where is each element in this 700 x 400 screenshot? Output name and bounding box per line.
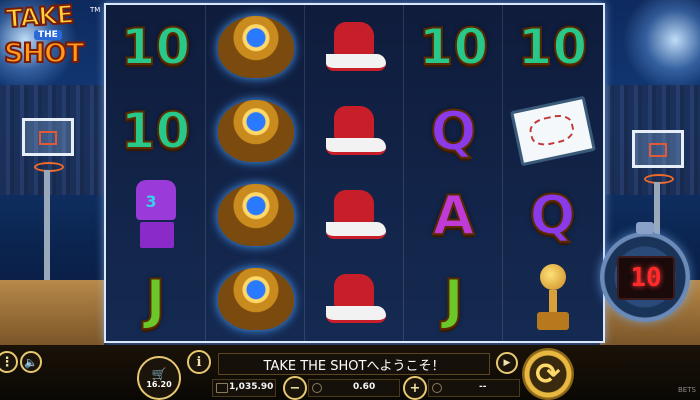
cart-value: 16.20 [146, 379, 172, 389]
symbol-text: Q [430, 99, 478, 164]
symbol-text: Q [529, 183, 577, 248]
increase-bet-button[interactable]: + [403, 376, 427, 400]
reel: 10 Q [502, 5, 602, 341]
spotlight-right [620, 0, 700, 90]
symbol-clipboard [503, 89, 602, 173]
jersey-number: 3 [145, 192, 157, 211]
ring-icon [217, 100, 294, 162]
symbol-ring [206, 89, 305, 173]
win-value: -- [479, 382, 487, 392]
balance-field: 1,035.90 [212, 379, 276, 397]
logo-shot: SHOT [3, 37, 85, 70]
sound-button[interactable]: 🔈 [20, 351, 42, 373]
sneaker-icon [320, 22, 390, 72]
ring-icon [217, 184, 294, 246]
info-icon: i [196, 354, 202, 370]
sneaker-icon [320, 106, 390, 156]
symbol-text: J [442, 267, 464, 332]
game-logo: TAKE THE SHOT TM [2, 0, 102, 74]
symbol-shoe [305, 89, 404, 173]
decrease-bet-button[interactable]: − [283, 376, 307, 400]
symbol-shoe [305, 5, 404, 89]
trophy-icon [533, 264, 573, 334]
win-icon [432, 383, 442, 393]
play-icon: ▶ [503, 358, 511, 368]
plus-icon: + [409, 380, 421, 396]
spin-icon: ⟳ [535, 356, 561, 392]
autoplay-button[interactable]: ▶ [496, 352, 518, 374]
bet-field: 0.60 [308, 379, 400, 397]
symbol-10: 10 [106, 89, 205, 173]
spin-button[interactable]: ⟳ [522, 348, 574, 400]
reel: 10 10 3 J [106, 5, 205, 341]
shot-clock-timer: 10 [600, 222, 690, 322]
symbol-ring [206, 173, 305, 257]
menu-icon: ⋮ [0, 354, 14, 370]
symbol-10: 10 [106, 5, 205, 89]
symbol-10: 10 [404, 5, 503, 89]
sneaker-icon [320, 190, 390, 240]
symbol-shoe [305, 257, 404, 341]
symbol-10: 10 [503, 5, 602, 89]
timer-knob [636, 222, 654, 234]
bet-value: 0.60 [353, 382, 376, 392]
message-banner: TAKE THE SHOTへようこそ！ [218, 353, 490, 375]
symbol-trophy [503, 257, 602, 341]
reel-grid: 10 10 3 J 10 Q A J 10 Q [104, 3, 605, 343]
symbol-text: 10 [418, 17, 490, 77]
symbol-shoe [305, 173, 404, 257]
buy-feature-button[interactable]: 🛒 16.20 [137, 356, 181, 400]
coins-icon [312, 383, 322, 393]
symbol-j: J [106, 257, 205, 341]
speaker-icon: 🔈 [24, 355, 38, 369]
wallet-icon [216, 383, 228, 393]
timer-display: 10 [617, 256, 675, 300]
symbol-ring [206, 5, 305, 89]
logo-take: TAKE [4, 0, 75, 34]
symbol-q: Q [404, 89, 503, 173]
reel: 10 Q A J [403, 5, 503, 341]
symbol-j: J [404, 257, 503, 341]
win-field: -- [428, 379, 520, 397]
logo-trademark: TM [90, 6, 101, 14]
ring-icon [217, 268, 294, 330]
symbol-text: 10 [120, 101, 192, 161]
symbol-text: 10 [120, 17, 192, 77]
jersey-icon: 3 [128, 180, 184, 250]
reel [205, 5, 305, 341]
symbol-text: 10 [517, 17, 589, 77]
court-floor-left [0, 280, 104, 345]
minus-icon: − [289, 380, 301, 396]
info-button[interactable]: i [187, 350, 211, 374]
symbol-jersey: 3 [106, 173, 205, 257]
clipboard-icon [509, 95, 596, 167]
symbol-text: J [144, 267, 166, 332]
reel [304, 5, 404, 341]
symbol-q: Q [503, 173, 602, 257]
symbol-ring [206, 257, 305, 341]
ring-icon [217, 16, 294, 78]
sneaker-icon [320, 274, 390, 324]
symbol-text: A [432, 183, 476, 248]
symbol-a: A [404, 173, 503, 257]
brand-mark: BETS [678, 386, 696, 394]
balance-value: 1,035.90 [229, 382, 274, 392]
cart-icon: 🛒 [151, 366, 167, 381]
